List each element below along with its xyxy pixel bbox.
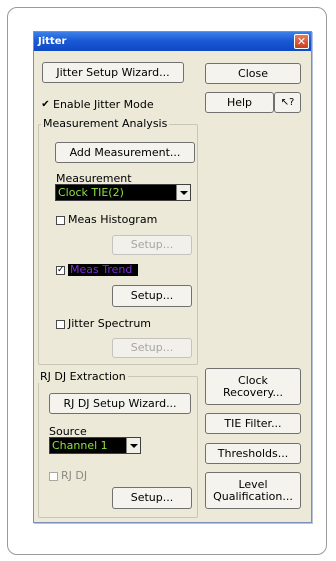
rjdj-checkbox-box[interactable] <box>49 471 58 481</box>
rjdj-setup-wizard-button[interactable]: RJ DJ Setup Wizard... <box>49 393 191 414</box>
help-button[interactable]: Help <box>205 92 274 113</box>
chevron-down-icon[interactable] <box>126 438 140 453</box>
measurement-value: Clock TIE(2) <box>58 186 124 199</box>
rjdj-setup-button[interactable]: Setup... <box>112 487 192 509</box>
spectrum-setup-button[interactable]: Setup... <box>112 338 192 358</box>
meas-histogram-label: Meas Histogram <box>68 213 158 226</box>
meas-trend-label: Meas Trend <box>68 264 139 276</box>
measurement-analysis-caption: Measurement Analysis <box>41 117 170 130</box>
jitter-dialog: Jitter ✕ Jitter Setup Wizard... Close ✔ … <box>33 31 312 523</box>
level-qualification-button[interactable]: Level Qualification... <box>205 472 301 509</box>
enable-jitter-checkbox-box[interactable]: ✔ <box>41 99 50 110</box>
whats-this-button[interactable]: ↖? <box>274 92 301 113</box>
meas-histogram-checkbox[interactable]: Meas Histogram <box>56 214 157 226</box>
rjdj-label: RJ DJ <box>61 469 88 482</box>
jitter-spectrum-label: Jitter Spectrum <box>68 317 152 330</box>
enable-jitter-label: Enable Jitter Mode <box>53 98 154 111</box>
enable-jitter-mode-checkbox[interactable]: ✔ Enable Jitter Mode <box>41 98 154 111</box>
add-measurement-button[interactable]: Add Measurement... <box>55 142 195 163</box>
tie-filter-button[interactable]: TIE Filter... <box>205 413 301 434</box>
rjdj-extraction-caption: RJ DJ Extraction <box>38 370 128 383</box>
histogram-setup-button[interactable]: Setup... <box>112 235 192 255</box>
rjdj-checkbox[interactable]: RJ DJ <box>49 470 87 482</box>
jitter-setup-wizard-button[interactable]: Jitter Setup Wizard... <box>42 62 184 83</box>
clock-recovery-button[interactable]: Clock Recovery... <box>205 368 301 405</box>
jitter-spectrum-checkbox[interactable]: Jitter Spectrum <box>56 318 151 330</box>
chevron-down-icon[interactable] <box>176 185 190 200</box>
thresholds-button[interactable]: Thresholds... <box>205 443 301 464</box>
window-title: Jitter <box>38 36 67 47</box>
trend-setup-button[interactable]: Setup... <box>112 285 192 307</box>
source-select[interactable]: Channel 1 <box>49 437 141 454</box>
measurement-select[interactable]: Clock TIE(2) <box>55 184 191 201</box>
source-value: Channel 1 <box>52 439 108 452</box>
close-x-icon[interactable]: ✕ <box>294 34 309 49</box>
meas-trend-checkbox-box[interactable]: ✓ <box>56 265 65 275</box>
meas-trend-checkbox[interactable]: ✓ Meas Trend <box>56 264 139 276</box>
jitter-spectrum-checkbox-box[interactable] <box>56 319 65 329</box>
close-button[interactable]: Close <box>205 63 301 84</box>
title-bar: Jitter ✕ <box>34 32 311 51</box>
meas-histogram-checkbox-box[interactable] <box>56 215 65 225</box>
